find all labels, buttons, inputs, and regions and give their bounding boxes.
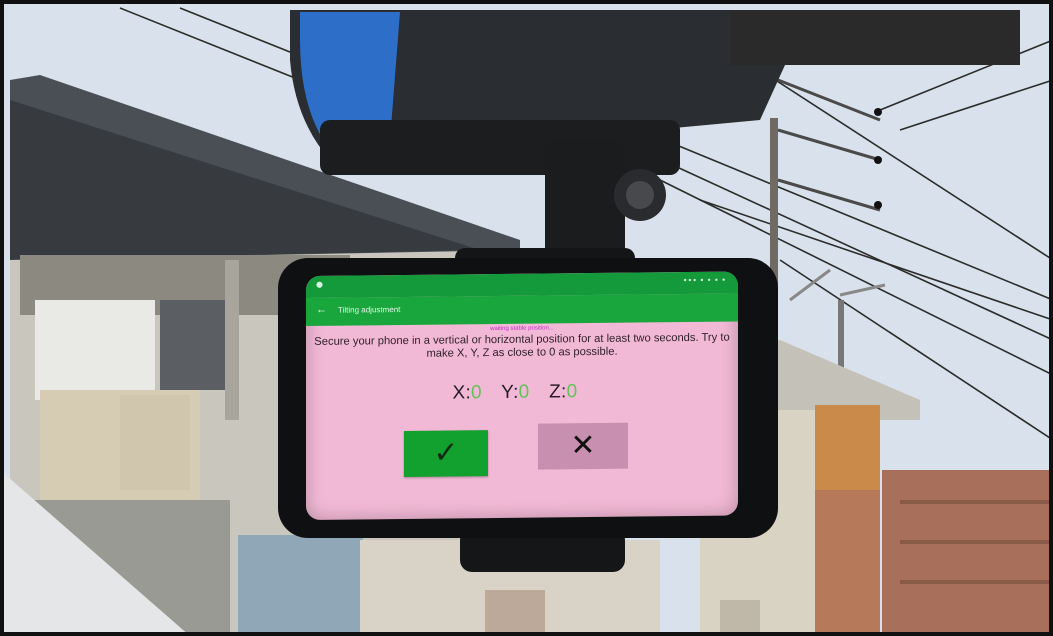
app-bar: ← Tilting adjustment <box>306 293 738 326</box>
axis-z-label: Z: <box>549 381 567 403</box>
axis-x-value: 0 <box>471 382 482 404</box>
axis-z-value: 0 <box>566 381 578 403</box>
axis-y-label: Y: <box>501 381 519 403</box>
axis-x-label: X: <box>452 382 472 404</box>
axis-readout: X:0 Y:0 Z:0 <box>306 379 738 406</box>
axis-y-value: 0 <box>518 381 530 403</box>
cancel-button[interactable]: ✕ <box>538 422 628 470</box>
back-arrow-icon[interactable]: ← <box>316 304 327 316</box>
app-title: Tilting adjustment <box>338 305 401 315</box>
dashcam-photo-scene: ● ••• • • • • ← Tilting adjustment waiti… <box>0 0 1053 636</box>
status-indicators: ••• • • • • <box>682 275 726 286</box>
instruction-text: Secure your phone in a vertical or horiz… <box>314 331 730 360</box>
status-dot-icon: ● <box>316 279 323 289</box>
close-icon: ✕ <box>570 428 596 463</box>
phone-screen: ● ••• • • • • ← Tilting adjustment waiti… <box>306 271 738 520</box>
checkmark-icon: ✓ <box>433 436 459 470</box>
confirm-button[interactable]: ✓ <box>404 430 488 477</box>
